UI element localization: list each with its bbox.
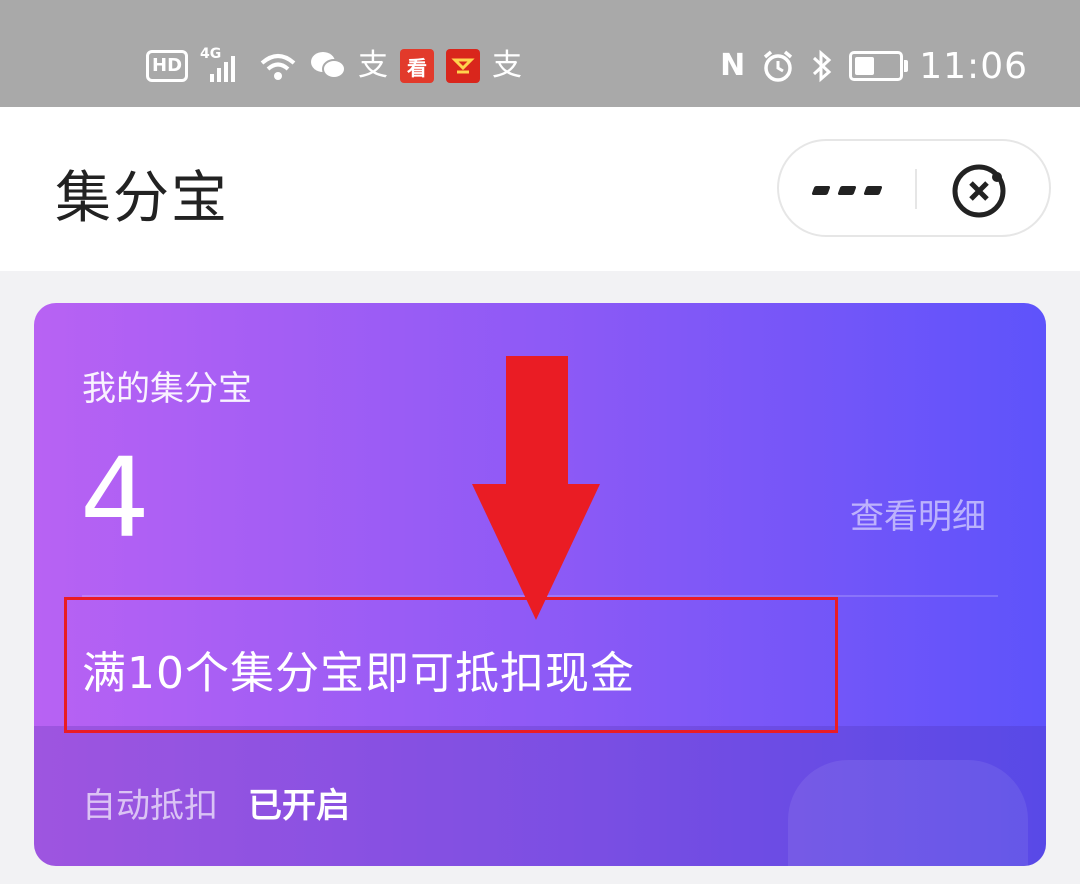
hd-icon: HD	[146, 50, 189, 82]
points-value: 4	[80, 434, 150, 562]
more-icon[interactable]	[811, 175, 883, 205]
4g-signal-icon: 4G	[200, 46, 246, 86]
status-bar-right: N 11:06	[720, 44, 1028, 88]
alipay-icon: 支	[358, 48, 389, 83]
status-bar: HD 4G 支 看 支 N 11:06	[0, 0, 1080, 107]
status-bar-left: HD 4G 支 看 支	[146, 44, 522, 88]
page-title: 集分宝	[55, 166, 229, 231]
wifi-icon	[260, 54, 296, 80]
annotation-highlight-box	[64, 597, 838, 733]
bluetooth-icon	[813, 49, 832, 83]
footer-decoration	[788, 760, 1028, 866]
auto-deduct-status: 已开启	[248, 786, 350, 826]
capsule-divider	[915, 169, 917, 209]
alipay-icon: 支	[492, 48, 523, 83]
nfc-icon: N	[720, 48, 746, 83]
battery-icon	[849, 51, 909, 81]
close-icon[interactable]	[951, 163, 1007, 219]
wechat-icon	[311, 52, 347, 79]
points-label: 我的集分宝	[82, 369, 252, 409]
alarm-icon	[764, 50, 793, 82]
kan-app-icon: 看	[400, 49, 435, 83]
auto-deduct-row[interactable]: 自动抵扣 已开启	[34, 726, 1046, 866]
view-details-link[interactable]: 查看明细	[850, 489, 986, 538]
auto-deduct-label: 自动抵扣	[82, 786, 218, 826]
red-app-icon	[446, 49, 481, 83]
mini-program-capsule	[777, 139, 1051, 237]
nav-bar: 集分宝	[0, 107, 1080, 271]
annotation-arrow-icon	[472, 356, 600, 620]
battery-level	[855, 57, 875, 75]
status-time: 11:06	[919, 45, 1028, 87]
